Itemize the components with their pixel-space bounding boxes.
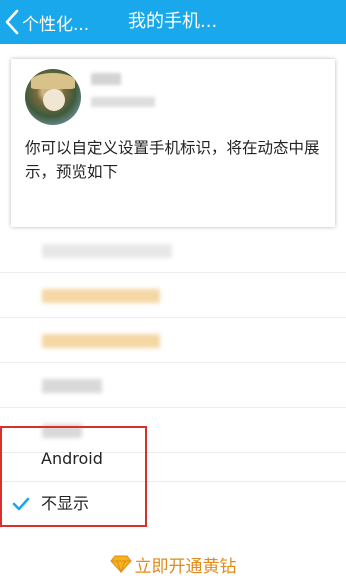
blurred-option-text xyxy=(42,379,102,393)
blurred-option-text xyxy=(42,424,82,438)
diamond-icon xyxy=(109,555,132,573)
option-row-4-blurred[interactable] xyxy=(0,363,346,408)
blurred-subtitle xyxy=(91,97,155,107)
open-yellow-diamond-button[interactable]: 立即开通黄钻 xyxy=(0,548,346,580)
option-label: Android xyxy=(41,449,103,468)
chevron-left-icon xyxy=(5,9,19,35)
blurred-username xyxy=(91,73,121,85)
blurred-option-text xyxy=(42,289,160,303)
back-label: 个性化... xyxy=(22,14,90,35)
option-hide[interactable]: 不显示 xyxy=(0,482,346,526)
option-row-1-blurred[interactable] xyxy=(0,228,346,273)
option-label: 不显示 xyxy=(41,494,90,513)
option-row-3-blurred[interactable] xyxy=(0,318,346,363)
blurred-option-text xyxy=(42,244,172,258)
footer-label: 立即开通黄钻 xyxy=(134,556,237,577)
option-row-2-blurred[interactable] xyxy=(0,273,346,318)
page-title: 我的手机... xyxy=(128,11,218,32)
option-android[interactable]: Android xyxy=(0,437,346,482)
top-bar: 个性化... 我的手机... xyxy=(0,0,346,44)
preview-card: 你可以自定义设置手机标识，将在动态中展示，预览如下 xyxy=(11,59,335,227)
back-button[interactable]: 个性化... xyxy=(4,6,114,38)
card-description: 你可以自定义设置手机标识，将在动态中展示，预览如下 xyxy=(25,139,320,181)
blurred-option-text xyxy=(42,334,160,348)
check-icon xyxy=(12,497,30,511)
avatar xyxy=(25,69,81,125)
